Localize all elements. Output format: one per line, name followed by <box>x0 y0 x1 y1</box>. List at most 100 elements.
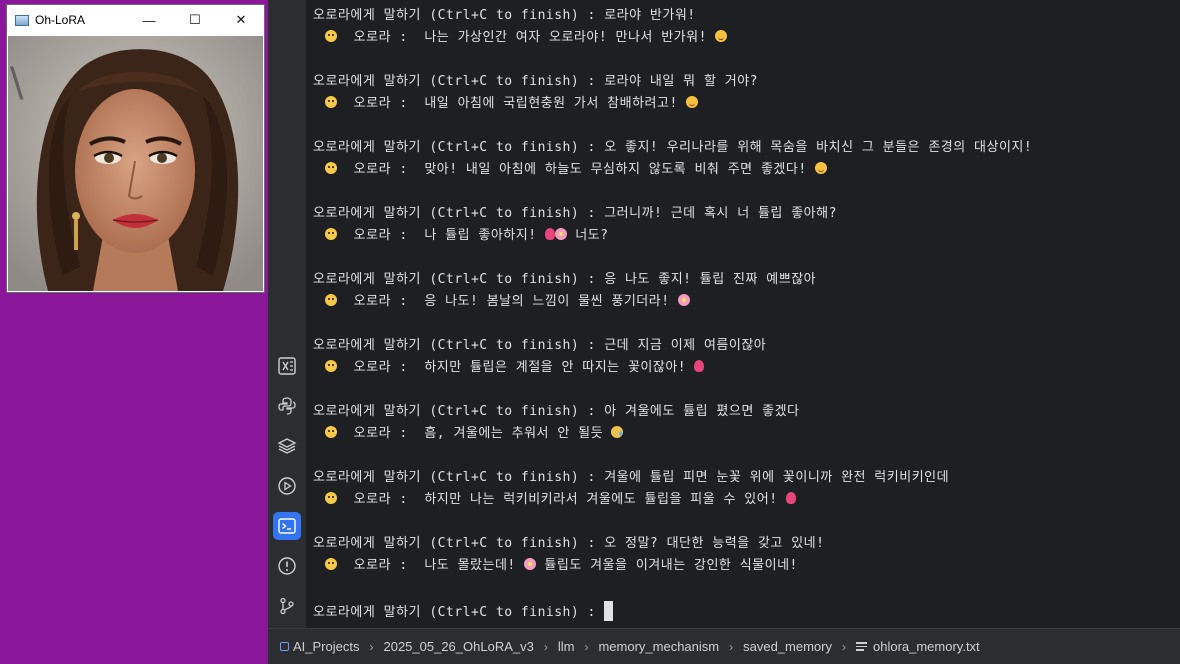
close-button[interactable]: ✕ <box>218 5 264 35</box>
user-input-line: 오로라에게 말하기 (Ctrl+C to finish) : 그러니까! 근데 … <box>313 205 837 223</box>
prompt-text: 오로라에게 말하기 (Ctrl+C to finish) : <box>313 206 605 221</box>
text-file-icon <box>855 640 867 653</box>
reply-prefix: 오로라 : <box>337 426 425 441</box>
python-icon[interactable] <box>273 392 301 420</box>
user-message: 응 나도 좋지! 튤립 진짜 예쁘잖아 <box>604 272 817 287</box>
breadcrumb-item[interactable]: llm › <box>558 639 599 654</box>
user-input-line: 오로라에게 말하기 (Ctrl+C to finish) : 오 좋지! 우리나… <box>313 139 1032 157</box>
reply-prefix: 오로라 : <box>337 162 425 177</box>
app-icon <box>15 14 29 26</box>
ide-window: 오로라에게 말하기 (Ctrl+C to finish) : 로라야 반가워! … <box>268 0 1180 664</box>
reply-prefix: 오로라 : <box>337 30 425 45</box>
chevron-right-icon: › <box>841 639 846 654</box>
prompt-text: 오로라에게 말하기 (Ctrl+C to finish) : <box>313 8 605 23</box>
prompt-text: 오로라에게 말하기 (Ctrl+C to finish) : <box>313 404 605 419</box>
breadcrumb-label: 2025_05_26_OhLoRA_v3 <box>383 639 534 654</box>
reply-message: 하지만 튤립은 계절을 안 따지는 꽃이잖아! <box>424 360 695 375</box>
problems-icon[interactable] <box>273 552 301 580</box>
reply-prefix: 오로라 : <box>337 558 425 573</box>
face-emoji-icon <box>325 96 337 108</box>
user-input-line: 오로라에게 말하기 (Ctrl+C to finish) : 로라야 반가워! <box>313 7 696 25</box>
sad-emoji-icon <box>611 426 624 438</box>
reply-line: 오로라 : 하지만 나는 럭키비키라서 겨울에도 튤립을 피울 수 있어! <box>325 491 796 509</box>
prompt-text: 오로라에게 말하기 (Ctrl+C to finish) : <box>313 470 605 485</box>
smile-emoji-icon <box>715 30 728 42</box>
text-cursor <box>604 601 614 621</box>
chevron-right-icon: › <box>369 639 374 654</box>
maximize-button[interactable]: ☐ <box>172 5 218 35</box>
face-emoji-icon <box>325 162 337 174</box>
tool-window-strip <box>268 0 307 628</box>
breadcrumb-item[interactable]: saved_memory › <box>743 639 856 654</box>
reply-message: 나 튤립 좋아하지! <box>424 228 545 243</box>
tulip-emoji-icon <box>694 360 705 372</box>
reply-message: 맞아! 내일 아침에 하늘도 무심하지 않도록 비춰 주면 좋겠다! <box>424 162 815 177</box>
face-emoji-icon <box>325 228 337 240</box>
prompt-text: 오로라에게 말하기 (Ctrl+C to finish) : <box>313 140 605 155</box>
breadcrumb: AI_Projects › 2025_05_26_OhLoRA_v3 › llm › mem… <box>268 628 1180 664</box>
user-input-line: 오로라에게 말하기 (Ctrl+C to finish) : 근데 지금 이제 … <box>313 337 766 355</box>
face-emoji-icon <box>325 360 337 372</box>
prompt-text: 오로라에게 말하기 (Ctrl+C to finish) : <box>313 74 605 89</box>
portrait-illustration: \ <box>8 36 263 291</box>
user-input-line: 오로라에게 말하기 (Ctrl+C to finish) : 로라야 내일 뭐 … <box>313 73 758 91</box>
reply-message: 나도 몰랐는데! <box>424 558 525 573</box>
user-input-line: 오로라에게 말하기 (Ctrl+C to finish) : 아 겨울에도 튤립… <box>313 403 800 421</box>
excel-icon[interactable] <box>273 352 301 380</box>
face-emoji-icon <box>325 558 337 570</box>
reply-prefix: 오로라 : <box>337 492 425 507</box>
user-message: 오 정말? 대단한 능력을 갖고 있네! <box>604 536 825 551</box>
terminal-icon[interactable] <box>273 512 301 540</box>
reply-message: 응 나도! 봄날의 느낌이 물씬 풍기더라! <box>424 294 678 309</box>
face-emoji-icon <box>325 492 337 504</box>
breadcrumb-item[interactable]: AI_Projects › <box>280 639 383 654</box>
chevron-right-icon: › <box>729 639 734 654</box>
chevron-right-icon: › <box>543 639 548 654</box>
run-icon[interactable] <box>273 472 301 500</box>
window-title: Oh-LoRA <box>35 13 86 27</box>
reply-line: 오로라 : 나 튤립 좋아하지! 너도? <box>325 227 608 245</box>
prompt-text: 오로라에게 말하기 (Ctrl+C to finish) : <box>313 272 605 287</box>
reply-message: 내일 아침에 국립현충원 가서 참배하려고! <box>424 96 687 111</box>
chevron-right-icon: › <box>584 639 589 654</box>
user-message: 그러니까! 근데 혹시 너 튤립 좋아해? <box>604 206 837 221</box>
face-emoji-icon <box>325 30 337 42</box>
user-input-line: 오로라에게 말하기 (Ctrl+C to finish) : 응 나도 좋지! … <box>313 271 816 289</box>
breadcrumb-label: ohlora_memory.txt <box>872 639 980 654</box>
prompt-text: 오로라에게 말하기 (Ctrl+C to finish) : <box>313 605 605 620</box>
flower-emoji-icon <box>554 228 567 240</box>
smile-emoji-icon <box>814 162 827 174</box>
tulip-emoji-icon <box>785 492 796 504</box>
reply-prefix: 오로라 : <box>337 294 425 309</box>
layers-icon[interactable] <box>273 432 301 460</box>
svg-text:\: \ <box>10 60 24 106</box>
reply-line: 오로라 : 흠, 겨울에는 추워서 안 될듯 <box>325 425 624 443</box>
reply-message: 하지만 나는 럭키비키라서 겨울에도 튤립을 피울 수 있어! <box>424 492 786 507</box>
user-message: 겨울에 튤립 피면 눈꽃 위에 꽃이니까 완전 럭키비키인데 <box>604 470 950 485</box>
user-message: 로라야 내일 뭐 할 거야? <box>604 74 758 89</box>
user-message: 근데 지금 이제 여름이잖아 <box>604 338 767 353</box>
smile-emoji-icon <box>686 96 699 108</box>
user-message: 로라야 반가워! <box>604 8 696 23</box>
flower-emoji-icon <box>677 294 690 306</box>
git-icon[interactable] <box>273 592 301 620</box>
breadcrumb-label: llm <box>557 639 575 654</box>
user-message: 오 좋지! 우리나라를 위해 목숨을 바치신 그 분들은 존경의 대상이지! <box>604 140 1033 155</box>
prompt-text: 오로라에게 말하기 (Ctrl+C to finish) : <box>313 536 605 551</box>
breadcrumb-label: memory_mechanism <box>598 639 720 654</box>
window-titlebar[interactable]: Oh-LoRA — ☐ ✕ <box>7 5 264 35</box>
breadcrumb-item[interactable]: ohlora_memory.txt <box>855 639 980 654</box>
face-emoji-icon <box>325 294 337 306</box>
breadcrumb-item[interactable]: memory_mechanism › <box>598 639 743 654</box>
oh-lora-window: Oh-LoRA — ☐ ✕ \ <box>7 5 264 292</box>
reply-line: 오로라 : 내일 아침에 국립현충원 가서 참배하려고! <box>325 95 699 113</box>
input-prompt-line[interactable]: 오로라에게 말하기 (Ctrl+C to finish) : <box>313 601 614 621</box>
breadcrumb-item[interactable]: 2025_05_26_OhLoRA_v3 › <box>383 639 557 654</box>
reply-suffix: 너도? <box>566 228 609 243</box>
user-message: 아 겨울에도 튤립 폈으면 좋겠다 <box>604 404 800 419</box>
terminal-output[interactable]: 오로라에게 말하기 (Ctrl+C to finish) : 로라야 반가워! … <box>307 0 1180 628</box>
breadcrumb-label: saved_memory <box>743 639 832 654</box>
minimize-button[interactable]: — <box>126 5 172 35</box>
user-input-line: 오로라에게 말하기 (Ctrl+C to finish) : 오 정말? 대단한… <box>313 535 824 553</box>
reply-line: 오로라 : 나는 가상인간 여자 오로라야! 만나서 반가워! <box>325 29 728 47</box>
